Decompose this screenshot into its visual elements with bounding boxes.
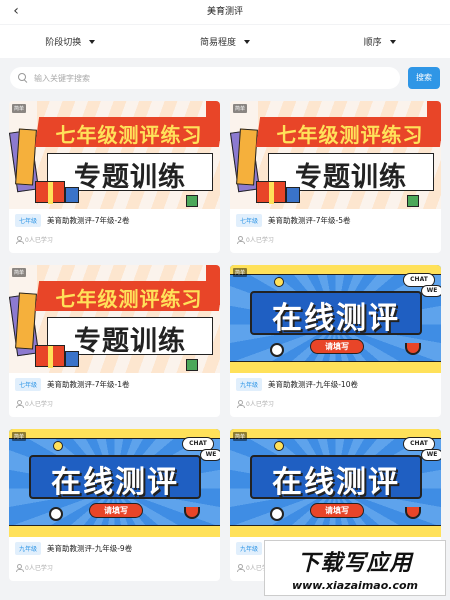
grade-badge: 九年级 (236, 378, 263, 391)
course-card[interactable]: 七年级测评练习 专题训练 简单 七年级 美育助教测评-7年级-2卷 0人已学习 (9, 101, 220, 253)
person-icon (236, 564, 245, 572)
filter-label: 顺序 (363, 38, 382, 48)
course-banner: 在线测评 请填写 CHAT WE 简单 (9, 429, 220, 537)
gift-icon (35, 345, 65, 368)
banner-pill: 请填写 (310, 503, 364, 518)
gift-icon (35, 181, 65, 204)
banner-corner-tag: 简单 (12, 432, 27, 441)
chat-bubble: WE (421, 285, 441, 297)
filter-label: 阶段切换 (45, 38, 82, 48)
banner-pill: 请填写 (310, 339, 364, 354)
banner-corner-tag: 简单 (233, 268, 248, 277)
caret-down-icon (89, 39, 96, 44)
banner-bottom-band (230, 361, 441, 373)
gift-icon (256, 181, 286, 204)
grade-badge: 七年级 (15, 214, 42, 227)
banner-corner-tag: 简单 (12, 268, 27, 277)
course-card[interactable]: 七年级测评练习 专题训练 简单 七年级 美育助教测评-7年级-1卷 0人已学习 (9, 265, 220, 417)
course-banner: 七年级测评练习 专题训练 简单 (9, 101, 220, 209)
banner-corner-tag: 简单 (12, 104, 27, 113)
person-icon (15, 236, 24, 244)
learner-count: 0人已学习 (246, 237, 274, 244)
course-card[interactable]: 七年级测评练习 专题训练 简单 七年级 美育助教测评-7年级-5卷 0人已学习 (230, 101, 441, 253)
magnifier-icon (270, 343, 284, 357)
gift-icon (65, 187, 79, 203)
watermark-line1: 下载写应用 (297, 551, 413, 576)
person-icon (236, 400, 245, 408)
page-title: 美育测评 (206, 7, 243, 17)
search-box[interactable] (10, 67, 400, 89)
banner-main-text: 在线测评 (272, 465, 400, 500)
banner-head-text: 七年级测评练习 (276, 123, 424, 147)
magnifier-icon (270, 507, 284, 521)
learner-count: 0人已学习 (25, 401, 53, 408)
course-card[interactable]: 在线测评 请填写 CHAT WE 简单 九年级 美育助教测评-九年级-9卷 0人… (9, 429, 220, 581)
filter-bar: 阶段切换 简易程度 顺序 (0, 25, 450, 58)
filter-order[interactable]: 顺序 (309, 35, 450, 48)
planet-icon (274, 441, 284, 451)
grade-badge: 九年级 (15, 542, 42, 555)
grade-badge: 七年级 (15, 378, 42, 391)
ribbon-decoration (427, 101, 441, 141)
filter-difficulty[interactable]: 简易程度 (141, 35, 310, 48)
chat-bubble: WE (200, 449, 220, 461)
ribbon-decoration (206, 101, 220, 141)
course-card[interactable]: 在线测评 请填写 CHAT WE 简单 九年级 美育助教测评-九年级-10卷 0… (230, 265, 441, 417)
banner-head-text: 七年级测评练习 (55, 123, 203, 147)
caret-down-icon (244, 39, 250, 44)
grade-badge: 七年级 (236, 214, 263, 227)
course-grid: 七年级测评练习 专题训练 简单 七年级 美育助教测评-7年级-2卷 0人已学习 (0, 101, 450, 581)
search-button[interactable]: 搜索 (408, 67, 440, 89)
banner-corner-tag: 简单 (233, 104, 248, 113)
site-watermark: 下载写应用 www.xiazaimao.com (264, 540, 446, 596)
learner-count: 0人已学习 (246, 401, 274, 408)
gift-icon (186, 195, 198, 207)
search-input[interactable] (34, 73, 392, 83)
banner-main-text: 在线测评 (51, 465, 179, 500)
gift-icon (286, 187, 300, 203)
learner-count: 0人已学习 (25, 237, 53, 244)
search-row: 搜索 (0, 58, 450, 98)
person-icon (236, 236, 245, 244)
planet-icon (274, 277, 284, 287)
banner-pill: 请填写 (89, 503, 143, 518)
course-banner: 在线测评 请填写 CHAT WE 简单 (230, 265, 441, 373)
gift-icon (186, 359, 198, 371)
learner-count: 0人已学习 (25, 565, 53, 572)
banner-head-text: 七年级测评练习 (55, 287, 203, 311)
search-icon (18, 73, 28, 83)
course-title: 美育助教测评-7年级-2卷 (47, 216, 130, 225)
person-icon (15, 400, 24, 408)
grade-badge: 九年级 (236, 542, 263, 555)
chat-bubble: WE (421, 449, 441, 461)
banner-main-text: 在线测评 (272, 301, 400, 336)
banner-bottom-band (230, 525, 441, 537)
caret-down-icon (389, 39, 396, 44)
course-title: 美育助教测评-九年级-10卷 (268, 380, 358, 389)
course-banner: 在线测评 请填写 CHAT WE 简单 (230, 429, 441, 537)
course-banner: 七年级测评练习 专题训练 简单 (230, 101, 441, 209)
course-banner: 七年级测评练习 专题训练 简单 (9, 265, 220, 373)
gift-icon (65, 351, 79, 367)
banner-corner-tag: 简单 (233, 432, 248, 441)
filter-stage[interactable]: 阶段切换 (0, 35, 141, 48)
chevron-left-icon[interactable]: ‹ (8, 0, 24, 24)
top-bar: ‹ 美育测评 (0, 0, 450, 24)
course-title: 美育助教测评-7年级-1卷 (47, 380, 130, 389)
banner-bottom-band (9, 525, 220, 537)
planet-icon (53, 441, 63, 451)
gift-icon (407, 195, 419, 207)
magnifier-icon (49, 507, 63, 521)
watermark-line2: www.xiazaimao.com (291, 579, 418, 592)
ribbon-decoration (206, 265, 220, 305)
filter-label: 简易程度 (199, 38, 236, 48)
course-title: 美育助教测评-7年级-5卷 (268, 216, 351, 225)
course-title: 美育助教测评-九年级-9卷 (47, 544, 133, 553)
person-icon (15, 564, 24, 572)
